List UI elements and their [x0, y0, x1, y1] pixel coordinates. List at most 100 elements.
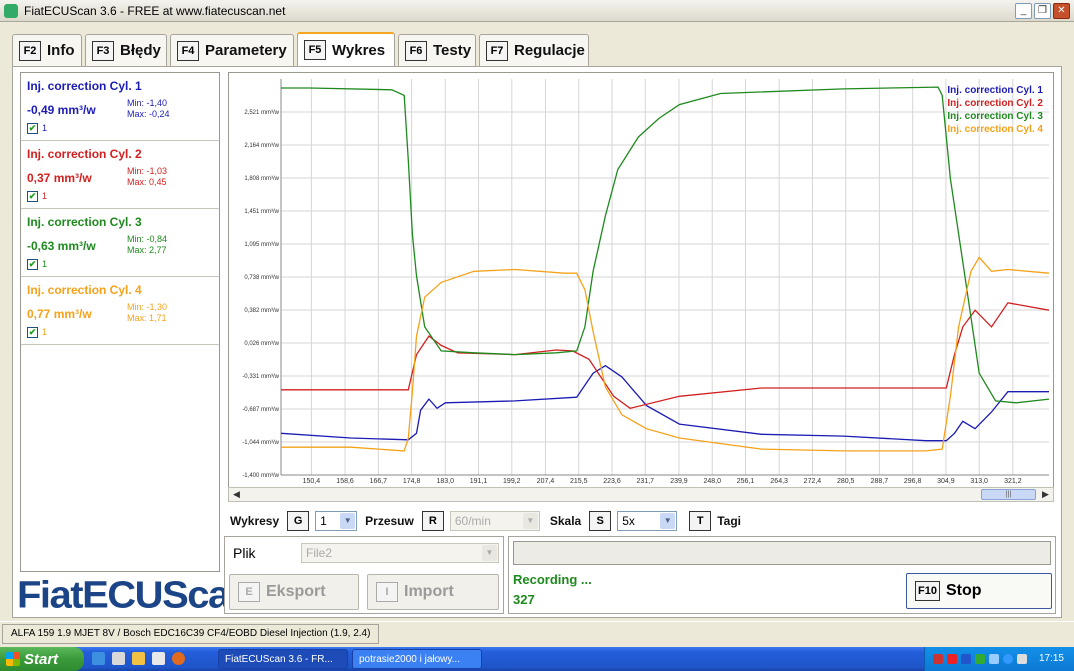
scroll-thumb[interactable]: ||| [981, 489, 1036, 500]
skala-value: 5x [622, 514, 635, 528]
bluetooth-icon[interactable] [961, 654, 971, 664]
parameter-item: Inj. correction Cyl. 3 -0,63 mm³/w Min: … [21, 209, 219, 277]
parameter-max: Max: 0,45 [127, 177, 167, 187]
tagi-label: Tagi [717, 514, 741, 528]
parameter-minmax: Min: -1,40 Max: -0,24 [127, 98, 170, 120]
minimize-button[interactable]: _ [1015, 3, 1032, 19]
parameter-checkbox[interactable]: ✔ [27, 259, 38, 270]
import-button[interactable]: I Import [367, 574, 499, 610]
tab-testy[interactable]: F6 Testy [398, 34, 476, 66]
wykresy-value: 1 [320, 514, 327, 528]
tab-regulacje[interactable]: F7 Regulacje [479, 34, 589, 66]
y-tick-label: 1,451 mm³/w [244, 209, 279, 215]
eksport-key: E [238, 582, 260, 602]
parameter-checkbox[interactable]: ✔ [27, 191, 38, 202]
file-panel: Plik File2 ▼ E Eksport I Import [224, 536, 504, 614]
tab-label: Parametery [205, 42, 287, 59]
tab-key: F3 [92, 40, 114, 61]
folder-icon[interactable] [132, 652, 145, 665]
eksport-button[interactable]: E Eksport [229, 574, 359, 610]
parameter-checkbox[interactable]: ✔ [27, 327, 38, 338]
parameter-name: Inj. correction Cyl. 3 [27, 215, 142, 229]
tray-icon[interactable] [975, 654, 985, 664]
tab-info[interactable]: F2 Info [12, 34, 82, 66]
skala-label: Skala [549, 514, 582, 528]
legend-item: Inj. correction Cyl. 2 [947, 98, 1043, 109]
system-tray: 17:15 [924, 647, 1074, 671]
parameter-minmax: Min: -1,03 Max: 0,45 [127, 166, 167, 188]
line-chart: 2,521 mm³/w 2,164 mm³/w 1,808 mm³/w 1,451 m… [242, 79, 1050, 485]
checkbox-label: 1 [42, 123, 48, 133]
tab-parametery[interactable]: F4 Parametery [170, 34, 294, 66]
skala-select[interactable]: 5x ▼ [617, 511, 678, 531]
wykresy-select[interactable]: 1 ▼ [315, 511, 358, 531]
parameter-item: Inj. correction Cyl. 2 0,37 mm³/w Min: -… [21, 141, 219, 209]
y-tick-label: 0,738 mm³/w [244, 275, 279, 281]
chevron-down-icon: ▼ [482, 545, 497, 561]
eksport-label: Eksport [266, 583, 326, 600]
tab-label: Testy [433, 42, 472, 59]
y-tick-label: -0,331 mm³/w [242, 374, 279, 380]
parameter-min: Min: -1,30 [127, 302, 168, 312]
close-button[interactable]: ✕ [1053, 3, 1070, 19]
checkbox-label: 1 [42, 191, 48, 201]
przesuw-key: R [421, 511, 444, 531]
tab-label: Regulacje [514, 42, 585, 59]
maximize-button[interactable]: ❐ [1034, 3, 1051, 19]
import-label: Import [404, 583, 454, 600]
scroll-left-icon[interactable]: ◀ [229, 488, 244, 501]
parameter-value: -0,49 mm³/w [27, 103, 96, 117]
clock: 17:15 [1038, 653, 1064, 664]
network-icon[interactable] [989, 654, 999, 664]
chevron-down-icon: ▼ [522, 513, 538, 529]
scroll-right-icon[interactable]: ▶ [1038, 488, 1053, 501]
parameter-checkbox[interactable]: ✔ [27, 123, 38, 134]
plik-select[interactable]: File2 ▼ [301, 543, 499, 563]
taskbar: Start FiatECUScan 3.6 - FR... potrasie20… [0, 647, 1074, 671]
stop-key: F10 [915, 581, 940, 601]
tray-icon[interactable] [947, 654, 957, 664]
parameter-max: Max: -0,24 [127, 109, 170, 119]
chart-controls: Wykresy G 1 ▼ Przesuw R 60/min ▼ Skala S… [230, 510, 741, 532]
x-tick-label: 256,1 [737, 478, 755, 485]
parameter-minmax: Min: -1,30 Max: 1,71 [127, 302, 167, 324]
x-tick-label: 199,2 [503, 478, 521, 485]
taskbar-item-document[interactable]: potrasie2000 i jałowy... [352, 649, 482, 669]
x-tick-label: 321,2 [1004, 478, 1022, 485]
x-tick-label: 280,5 [837, 478, 855, 485]
record-count: 327 [513, 592, 535, 607]
import-key: I [376, 582, 398, 602]
taskbar-item-label: FiatECUScan 3.6 - FR... [225, 653, 333, 665]
ie-icon[interactable] [92, 652, 105, 665]
window-title: FiatECUScan 3.6 - FREE at www.fiatecusca… [24, 4, 286, 18]
parameter-value: 0,77 mm³/w [27, 307, 92, 321]
series-line-cyl-3 [281, 86, 1050, 404]
chevron-down-icon: ▼ [340, 513, 356, 529]
start-button[interactable]: Start [0, 647, 84, 671]
chart-scrollbar[interactable]: ◀ ||| ▶ [228, 487, 1054, 502]
tab-key: F6 [405, 40, 427, 61]
parameter-item: Inj. correction Cyl. 4 0,77 mm³/w Min: -… [21, 277, 219, 345]
notepad-icon[interactable] [152, 652, 165, 665]
tagi-key[interactable]: T [689, 511, 712, 531]
volume-icon[interactable] [1017, 654, 1027, 664]
x-tick-label: 272,4 [804, 478, 822, 485]
y-tick-label: 1,095 mm³/w [244, 242, 279, 248]
tab-bledy[interactable]: F3 Błędy [85, 34, 167, 66]
x-tick-label: 183,0 [437, 478, 455, 485]
tab-wykres[interactable]: F5 Wykres [297, 32, 395, 66]
firefox-icon[interactable] [172, 652, 185, 665]
taskbar-item-fiatecuscan[interactable]: FiatECUScan 3.6 - FR... [218, 649, 348, 669]
legend-item: Inj. correction Cyl. 3 [947, 111, 1043, 122]
parameter-min: Min: -1,40 [127, 98, 168, 108]
x-tick-label: 304,9 [937, 478, 955, 485]
parameter-minmax: Min: -0,84 Max: 2,77 [127, 234, 167, 256]
recording-panel: Recording ... 327 F10 Stop [508, 536, 1056, 614]
stop-button[interactable]: F10 Stop [906, 573, 1052, 609]
explorer-icon[interactable] [112, 652, 125, 665]
legend-item: Inj. correction Cyl. 4 [947, 124, 1043, 135]
przesuw-select[interactable]: 60/min ▼ [449, 511, 540, 531]
tray-icon[interactable] [933, 654, 943, 664]
y-tick-label: 2,521 mm³/w [244, 110, 279, 116]
tray-icon[interactable] [1003, 654, 1013, 664]
